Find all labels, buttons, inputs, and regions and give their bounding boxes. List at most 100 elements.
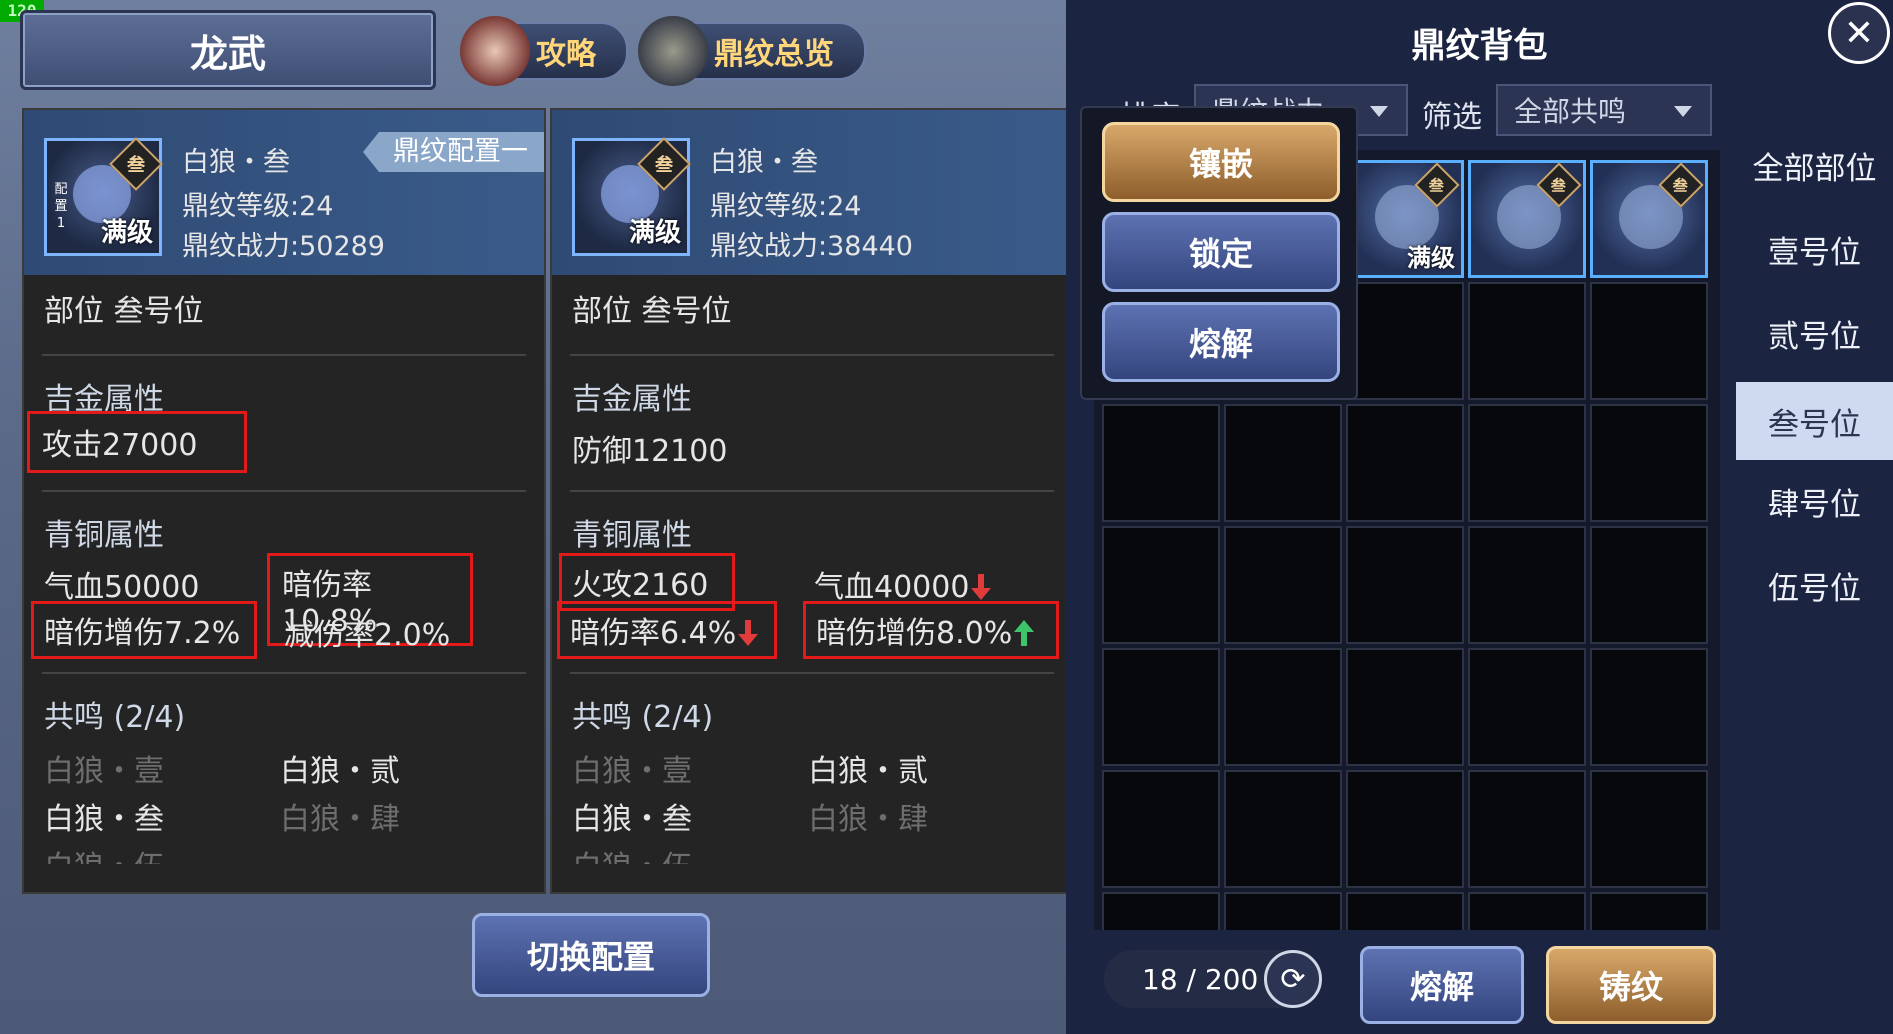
resonance-item: 白狼・壹 xyxy=(572,754,692,789)
bronze-attr-title: 青铜属性 xyxy=(572,518,692,553)
gold-attr-title: 吉金属性 xyxy=(44,382,164,417)
bag-slot[interactable] xyxy=(1346,770,1464,888)
bronze-attr-3: 减伤率2.0% xyxy=(284,618,451,653)
bag-item[interactable]: 叁 xyxy=(1590,160,1708,278)
decrease-arrow-icon xyxy=(971,574,992,600)
gold-attr-value: 攻击27000 xyxy=(27,411,247,473)
bag-slot[interactable] xyxy=(1590,648,1708,766)
config-number: 配 置 1 xyxy=(54,182,68,231)
slot-tabs: 全部部位 壹号位 贰号位 叁号位 肆号位 伍号位 xyxy=(1736,106,1893,906)
bag-slot[interactable] xyxy=(1346,648,1464,766)
bag-slot[interactable] xyxy=(1590,526,1708,644)
tab-slot-5[interactable]: 伍号位 xyxy=(1736,546,1893,624)
tab-all-slots[interactable]: 全部部位 xyxy=(1736,126,1893,204)
tab-slot-3[interactable]: 叁号位 xyxy=(1736,382,1893,460)
bag-slot[interactable] xyxy=(1468,892,1586,930)
bronze-attr-2: 暗伤率6.4% xyxy=(557,601,777,659)
guide-button[interactable]: 攻略 xyxy=(460,16,628,86)
bag-slot[interactable] xyxy=(1468,770,1586,888)
bag-slot[interactable] xyxy=(1224,404,1342,522)
resonance-item: 白狼・壹 xyxy=(44,754,164,789)
resonance-item: 白狼・肆 xyxy=(280,802,400,837)
item-level: 鼎纹等级:24 xyxy=(182,191,334,222)
bag-slot[interactable] xyxy=(1346,892,1464,930)
bag-slot[interactable] xyxy=(1102,404,1220,522)
switch-config-button[interactable]: 切换配置 xyxy=(472,913,710,997)
resonance-title: 共鸣 (2/4) xyxy=(44,700,186,735)
resonance-item: 白狼・贰 xyxy=(280,754,400,789)
bag-slot[interactable] xyxy=(1468,526,1586,644)
inlay-button[interactable]: 镶嵌 xyxy=(1102,122,1340,202)
bronze-attr-0: 火攻2160 xyxy=(559,553,735,611)
tab-slot-2[interactable]: 贰号位 xyxy=(1736,294,1893,372)
bag-slot[interactable] xyxy=(1590,892,1708,930)
bronze-attr-3: 暗伤增伤8.0% xyxy=(803,601,1059,659)
gold-attr-title: 吉金属性 xyxy=(572,382,692,417)
resonance-item: 白狼・叁 xyxy=(572,802,692,837)
close-button[interactable]: ✕ xyxy=(1828,2,1890,64)
forge-button[interactable]: 铸纹 xyxy=(1546,946,1716,1024)
filter-label: 筛选 xyxy=(1422,100,1482,135)
bag-slot[interactable] xyxy=(1346,282,1464,400)
equipped-card: 配 置 1 叁 满级 白狼・叁 鼎纹等级:24 鼎纹战力:50289 鼎纹配置一… xyxy=(22,108,546,894)
bag-slot[interactable] xyxy=(1590,770,1708,888)
bronze-attr-0: 气血50000 xyxy=(44,570,200,605)
bag-item[interactable]: 叁 xyxy=(1468,160,1586,278)
resonance-item: 白狼・伍 xyxy=(572,842,692,864)
divider xyxy=(570,490,1054,492)
item-level: 鼎纹等级:24 xyxy=(710,191,862,222)
divider xyxy=(570,354,1054,356)
bag-slot[interactable] xyxy=(1224,526,1342,644)
bronze-attr-2: 暗伤增伤7.2% xyxy=(31,601,257,659)
melt-popup-button[interactable]: 熔解 xyxy=(1102,302,1340,382)
action-popup: 镶嵌 锁定 熔解 xyxy=(1080,106,1358,400)
item-icon: 叁 满级 xyxy=(572,137,691,256)
overview-button[interactable]: 鼎纹总览 xyxy=(638,16,866,86)
bag-slot[interactable] xyxy=(1590,282,1708,400)
character-avatar-icon xyxy=(460,16,530,86)
slot-label: 部位 叁号位 xyxy=(44,294,204,329)
lock-button[interactable]: 锁定 xyxy=(1102,212,1340,292)
card-header: 叁 满级 白狼・叁 鼎纹等级:24 鼎纹战力:38440 xyxy=(552,110,1072,275)
divider xyxy=(42,354,526,356)
increase-arrow-icon xyxy=(1014,620,1035,646)
level-badge: 满级 xyxy=(100,218,153,248)
bronze-attr-title: 青铜属性 xyxy=(44,518,164,553)
decrease-arrow-icon xyxy=(738,620,759,646)
filter-dropdown[interactable]: 全部共鸣 xyxy=(1496,84,1712,136)
bag-slot[interactable] xyxy=(1468,648,1586,766)
divider xyxy=(42,672,526,674)
level-badge: 满级 xyxy=(628,218,681,248)
melt-button[interactable]: 熔解 xyxy=(1360,946,1524,1024)
bag-slot[interactable] xyxy=(1102,526,1220,644)
bag-slot[interactable] xyxy=(1590,404,1708,522)
slot-label: 部位 叁号位 xyxy=(572,294,732,329)
refresh-icon: ⟳ xyxy=(1280,961,1306,997)
resonance-item: 白狼・伍 xyxy=(44,842,164,864)
resonance-item: 白狼・叁 xyxy=(44,802,164,837)
tab-slot-1[interactable]: 壹号位 xyxy=(1736,210,1893,288)
bag-slot[interactable] xyxy=(1102,648,1220,766)
bag-slot[interactable] xyxy=(1224,892,1342,930)
bag-slot[interactable] xyxy=(1346,404,1464,522)
item-power: 鼎纹战力:38440 xyxy=(710,231,913,262)
divider xyxy=(570,672,1054,674)
bag-item[interactable]: 叁 满级 xyxy=(1346,160,1464,278)
close-icon: ✕ xyxy=(1843,12,1875,54)
item-name: 白狼・叁 xyxy=(182,147,290,178)
bag-slot[interactable] xyxy=(1468,404,1586,522)
bag-slot[interactable] xyxy=(1468,282,1586,400)
overview-label: 鼎纹总览 xyxy=(714,37,834,72)
guide-label: 攻略 xyxy=(536,37,596,72)
chevron-down-icon xyxy=(1674,106,1692,117)
tab-slot-4[interactable]: 肆号位 xyxy=(1736,462,1893,540)
bag-slot[interactable] xyxy=(1224,648,1342,766)
bag-slot[interactable] xyxy=(1102,770,1220,888)
bag-slot[interactable] xyxy=(1224,770,1342,888)
bag-slot[interactable] xyxy=(1346,526,1464,644)
compare-card: 叁 满级 白狼・叁 鼎纹等级:24 鼎纹战力:38440 部位 叁号位 吉金属性… xyxy=(550,108,1074,894)
bag-slot[interactable] xyxy=(1102,892,1220,930)
refresh-button[interactable]: ⟳ xyxy=(1264,950,1322,1008)
item-power: 鼎纹战力:50289 xyxy=(182,231,385,262)
divider xyxy=(42,490,526,492)
